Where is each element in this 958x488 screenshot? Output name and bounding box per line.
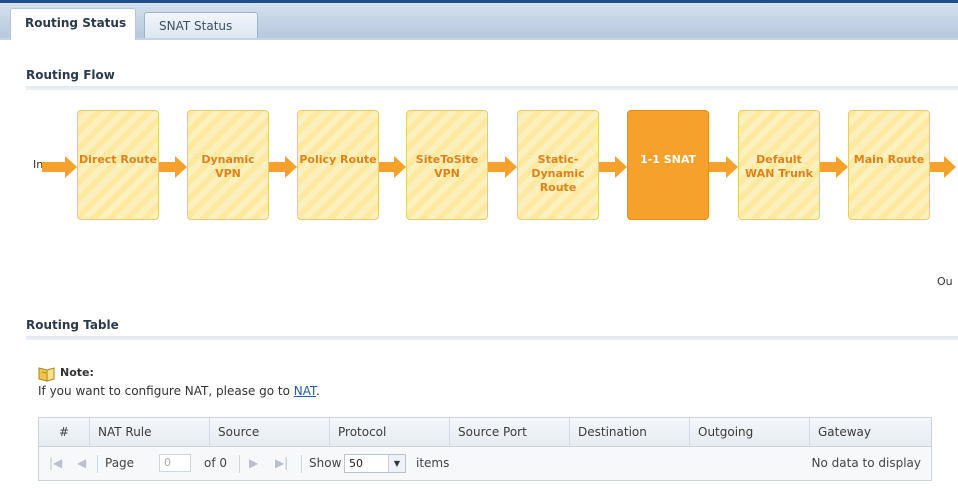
table-pager: |◀ ◀ Page 0 of 0 ▶ ▶| Show 50 ▼ items No…: [39, 447, 931, 480]
flow-arrow-head: [175, 156, 187, 178]
pager-separator: [301, 455, 302, 473]
flow-arrow-head: [944, 156, 956, 178]
flow-arrow-head: [394, 156, 406, 178]
items-label: items: [416, 456, 450, 470]
flow-step-policy-route[interactable]: Policy Route: [297, 110, 379, 220]
note-title: Note:: [60, 366, 94, 379]
column-header-protocol[interactable]: Protocol: [329, 418, 449, 446]
note-message: If you want to configure NAT, please go …: [38, 384, 294, 398]
flow-arrow-head: [615, 156, 627, 178]
pager-separator: [97, 455, 98, 473]
tab-bar: Routing Status SNAT Status: [0, 0, 958, 40]
flow-step-dynamic-vpn[interactable]: Dynamic VPN: [187, 110, 269, 220]
flow-arrow-head: [65, 156, 77, 178]
top-edge: [0, 0, 958, 3]
flow-step-static-dynamic-route[interactable]: Static- Dynamic Route: [517, 110, 599, 220]
routing-table-divider: [26, 336, 958, 340]
routing-flow-title: Routing Flow: [26, 68, 115, 82]
column-header-index[interactable]: #: [39, 418, 89, 446]
flow-arrow-head: [726, 156, 738, 178]
page-size-value: 50: [349, 457, 363, 470]
flow-arrow-head: [836, 156, 848, 178]
flow-step-direct-route[interactable]: Direct Route: [77, 110, 159, 220]
routing-flow-divider: [26, 86, 958, 90]
last-page-icon[interactable]: ▶|: [275, 447, 288, 480]
note-text: If you want to configure NAT, please go …: [38, 384, 320, 398]
flow-arrow-head: [285, 156, 297, 178]
empty-table-message: No data to display: [811, 456, 921, 470]
routing-table-title: Routing Table: [26, 318, 119, 332]
column-header-outgoing[interactable]: Outgoing: [689, 418, 809, 446]
column-header-nat-rule[interactable]: NAT Rule: [89, 418, 209, 446]
flow-out-label: Ou: [937, 275, 953, 288]
first-page-icon[interactable]: |◀: [49, 447, 62, 480]
prev-page-icon[interactable]: ◀: [77, 447, 86, 480]
page-size-select[interactable]: 50 ▼: [344, 454, 406, 473]
column-header-source-port[interactable]: Source Port: [449, 418, 569, 446]
table-header: # NAT Rule Source Protocol Source Port D…: [39, 418, 931, 447]
column-header-gateway[interactable]: Gateway: [809, 418, 931, 446]
flow-step-sitetosite-vpn[interactable]: SiteToSite VPN: [406, 110, 488, 220]
flow-step-default-wan-trunk[interactable]: Default WAN Trunk: [738, 110, 820, 220]
routing-table: # NAT Rule Source Protocol Source Port D…: [38, 417, 932, 481]
chevron-down-icon[interactable]: ▼: [388, 455, 405, 472]
tab-routing-status[interactable]: Routing Status: [10, 8, 136, 40]
note-period: .: [315, 384, 320, 398]
page-label: Page: [105, 456, 135, 470]
nat-link[interactable]: NAT: [294, 384, 316, 398]
page-number-input[interactable]: 0: [159, 454, 191, 472]
flow-step-main-route[interactable]: Main Route: [848, 110, 930, 220]
flow-arrow-head: [505, 156, 517, 178]
tab-bar-divider: [0, 38, 958, 40]
flow-arrow-shaft: [42, 162, 67, 172]
column-header-source[interactable]: Source: [209, 418, 329, 446]
pager-separator: [239, 455, 240, 473]
show-label: Show: [309, 456, 342, 470]
page-count-label: of 0: [204, 456, 228, 470]
next-page-icon[interactable]: ▶: [249, 447, 258, 480]
column-header-destination[interactable]: Destination: [569, 418, 689, 446]
tab-snat-status[interactable]: SNAT Status: [144, 12, 258, 38]
flow-step-1-1-snat[interactable]: 1-1 SNAT: [627, 110, 709, 220]
note-icon: [38, 367, 55, 382]
